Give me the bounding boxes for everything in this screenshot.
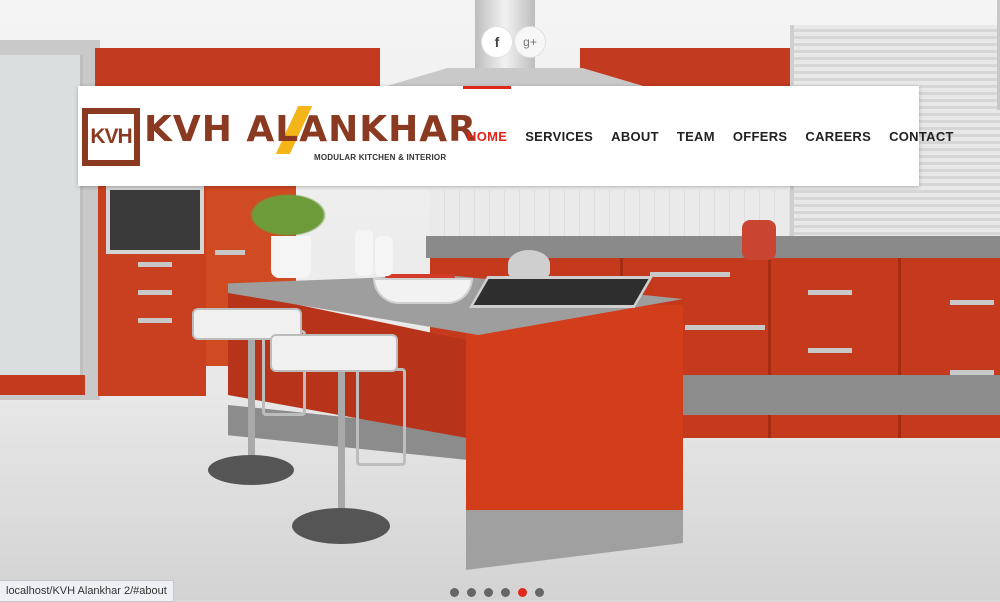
slider-dot[interactable] [450, 588, 459, 597]
slider-pagination [450, 588, 544, 597]
facebook-icon[interactable]: f [482, 27, 512, 57]
fruit-bowl [373, 278, 473, 304]
stool-frame [356, 368, 406, 466]
stool-pole [338, 370, 345, 520]
glass-cabinet [0, 55, 83, 375]
cabinet-handle [138, 290, 172, 295]
drawer-handle [650, 272, 730, 277]
kettle [508, 250, 550, 278]
vase [355, 230, 373, 276]
stool-pole [248, 330, 255, 460]
drawer-handle [950, 300, 994, 305]
glass-cabinet-base [0, 375, 85, 395]
slider-dot[interactable] [467, 588, 476, 597]
nav-item-team[interactable]: TEAM [668, 86, 724, 186]
nav-item-offers[interactable]: OFFERS [724, 86, 797, 186]
stool-seat [270, 334, 398, 372]
built-in-oven [106, 186, 204, 254]
drawer-handle [685, 325, 765, 330]
browser-status-bar: localhost/KVH Alankhar 2/#about [0, 580, 174, 602]
main-navbar: KVH KVH ALANKHAR MODULAR KITCHEN & INTER… [78, 86, 953, 186]
nav-item-careers[interactable]: CAREERS [796, 86, 880, 186]
nav-item-home[interactable]: HOME [458, 86, 516, 186]
upper-cabinet-left [95, 48, 380, 88]
google-plus-icon[interactable]: g+ [515, 27, 545, 57]
brand-tagline: MODULAR KITCHEN & INTERIOR [314, 153, 447, 162]
vase [375, 236, 393, 276]
gas-cooktop [468, 276, 654, 308]
logo-mark: KVH [82, 108, 140, 166]
stool-base [292, 508, 390, 544]
plant-pot [271, 236, 311, 278]
slider-dot[interactable] [535, 588, 544, 597]
island-front [466, 305, 683, 530]
brand-name: KVH ALANKHAR [144, 109, 477, 150]
cabinet-handle [138, 262, 172, 267]
logo-mark-text: KVH [88, 114, 134, 160]
nav-item-services[interactable]: SERVICES [516, 86, 602, 186]
stool-base [208, 455, 294, 485]
cabinet-handle [215, 250, 245, 255]
brand-logo[interactable]: KVH KVH ALANKHAR MODULAR KITCHEN & INTER… [82, 106, 476, 168]
drawer-handle [808, 290, 852, 295]
nav-item-contact[interactable]: CONTACT [880, 86, 963, 186]
nav-item-about[interactable]: ABOUT [602, 86, 668, 186]
plant [243, 190, 333, 240]
slider-dot[interactable] [518, 588, 527, 597]
cabinet-handle [138, 318, 172, 323]
primary-nav: HOME SERVICES ABOUT TEAM OFFERS CAREERS CONTAC… [458, 86, 963, 186]
drawer-handle [808, 348, 852, 353]
slider-dot[interactable] [501, 588, 510, 597]
kitchen-scale [742, 220, 776, 260]
slider-dot[interactable] [484, 588, 493, 597]
